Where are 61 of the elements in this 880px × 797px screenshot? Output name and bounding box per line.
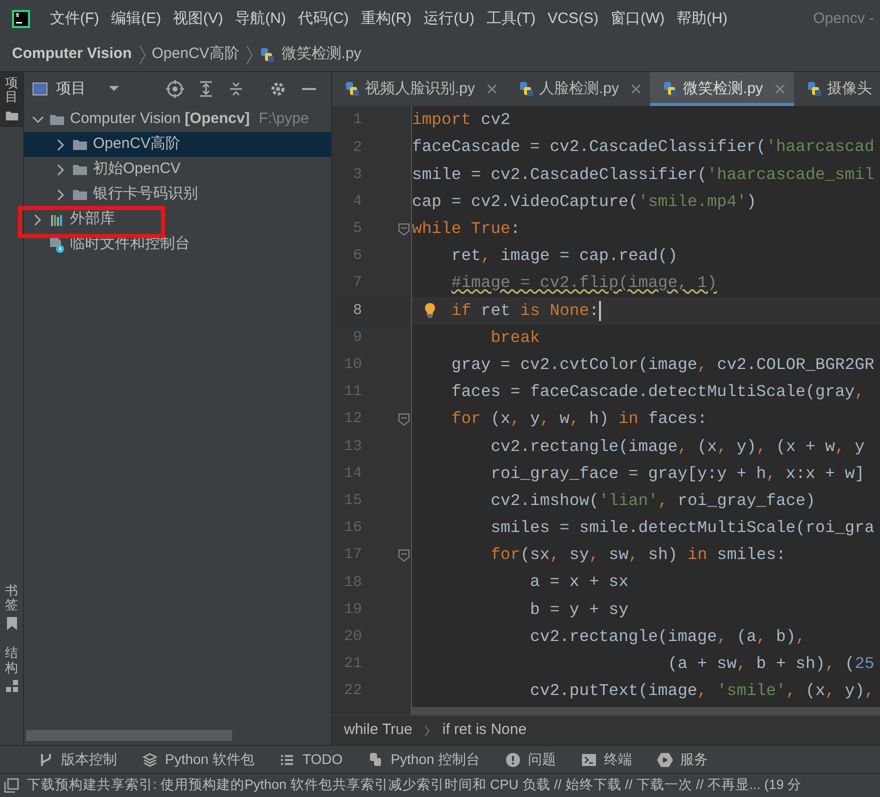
code-line: (a + sw, b + sh), (25 <box>668 653 874 676</box>
editor-tab[interactable]: 人脸检测.py <box>506 72 650 106</box>
menu-item[interactable]: 帮助(H) <box>670 8 734 30</box>
tool-window-button[interactable]: Python 软件包 <box>142 749 254 770</box>
breadcrumb-item[interactable]: 微笑检测.py <box>281 43 362 66</box>
status-message: 下载预构建共享索引: 使用预构建的Python 软件包共享索引减少索引时间和 CPU 负载 // 始终下载 // 下载一次 // 不再显... (19 分 <box>27 776 802 794</box>
menu-item[interactable]: 视图(V) <box>167 8 230 30</box>
code-line: cv2.imshow('lian', roi_gray_face) <box>490 490 816 512</box>
code-line: for(sx, sy, sw, sh) in smiles: <box>490 544 786 566</box>
menu-item[interactable]: 窗口(W) <box>604 8 671 30</box>
code-line: ret, image = cap.read() <box>451 245 678 268</box>
code-line: faceCascade = cv2.CascadeClassifier('haarcascad <box>412 136 874 158</box>
code-line: while True: <box>412 218 520 240</box>
code-line: b = y + sy <box>530 598 628 621</box>
editor-tab[interactable]: 微笑检测.py <box>650 72 794 106</box>
menu-item[interactable]: 编辑(E) <box>105 8 168 30</box>
tool-window-button[interactable]: 项目 <box>0 72 23 127</box>
window-title: Opencv - <box>813 8 875 29</box>
code-line: roi_gray_face = gray[y:y + h, x:x + w] <box>490 462 864 485</box>
tool-window-button[interactable]: 服务 <box>657 749 708 770</box>
tool-window-button[interactable]: 问题 <box>505 749 556 770</box>
breadcrumb-item[interactable]: while True <box>344 719 412 742</box>
tree-item[interactable]: OpenCV高阶 <box>24 132 331 157</box>
tool-window-button[interactable]: 结构 <box>0 642 23 697</box>
panel-title: 项目 <box>56 78 86 99</box>
code-line: #image = cv2.flip(image, 1) <box>451 272 717 294</box>
tree-item[interactable]: 银行卡号码识别 <box>24 182 331 207</box>
breadcrumb-item[interactable]: if ret is None <box>442 719 527 742</box>
code-line: for (x, y, w, h) in faces: <box>451 408 708 430</box>
menu-item[interactable]: 工具(T) <box>480 8 542 30</box>
menu-item[interactable]: 导航(N) <box>229 8 292 30</box>
tool-window-button[interactable]: Python 控制台 <box>368 749 480 770</box>
breadcrumb-item[interactable]: OpenCV高阶 <box>152 43 240 66</box>
menu-item[interactable]: 重构(R) <box>354 8 418 30</box>
code-line: smiles = smile.detectMultiScale(roi_gra <box>490 517 874 540</box>
tool-window-button[interactable]: 版本控制 <box>38 749 117 770</box>
menu-item[interactable]: 运行(U) <box>418 8 480 30</box>
code-line: cv2.putText(image, 'smile', (x, y), <box>530 680 874 702</box>
code-line: faces = faceCascade.detectMultiScale(gray, <box>451 381 864 404</box>
code-line: break <box>490 326 540 349</box>
menu-item[interactable]: VCS(S) <box>542 8 604 30</box>
menu-item[interactable]: 文件(F) <box>44 8 106 30</box>
line-number: 8 <box>352 300 362 321</box>
code-line: cv2.rectangle(image, (a, b), <box>530 626 806 648</box>
editor-tab[interactable]: 视频人脸识别.py <box>332 72 506 106</box>
code-line: import cv2 <box>412 109 510 132</box>
code-line: if ret is None: <box>451 300 599 322</box>
tree-item[interactable]: Computer Vision [Opencv] F:\pype <box>24 107 331 132</box>
code-line: a = x + sx <box>530 571 628 594</box>
tree-item[interactable]: 初始OpenCV <box>24 157 331 182</box>
code-line: smile = cv2.CascadeClassifier('haarcascade_smil <box>412 164 874 186</box>
tree-item[interactable]: 外部库 <box>24 207 331 232</box>
code-line: cap = cv2.VideoCapture('smile.mp4') <box>412 190 756 213</box>
code-line: cv2.rectangle(image, (x, y), (x + w, y <box>490 436 865 458</box>
tool-window-button[interactable]: TODO <box>279 749 343 770</box>
editor-tab[interactable]: 摄像头 <box>794 72 880 106</box>
tool-window-button[interactable]: 终端 <box>581 749 632 770</box>
tool-window-button[interactable]: 书签 <box>0 580 23 634</box>
menu-item[interactable]: 代码(C) <box>292 8 355 30</box>
breadcrumb-item[interactable]: Computer Vision <box>12 43 132 66</box>
code-line: gray = cv2.cvtColor(image, cv2.COLOR_BGR2GR <box>451 354 874 376</box>
